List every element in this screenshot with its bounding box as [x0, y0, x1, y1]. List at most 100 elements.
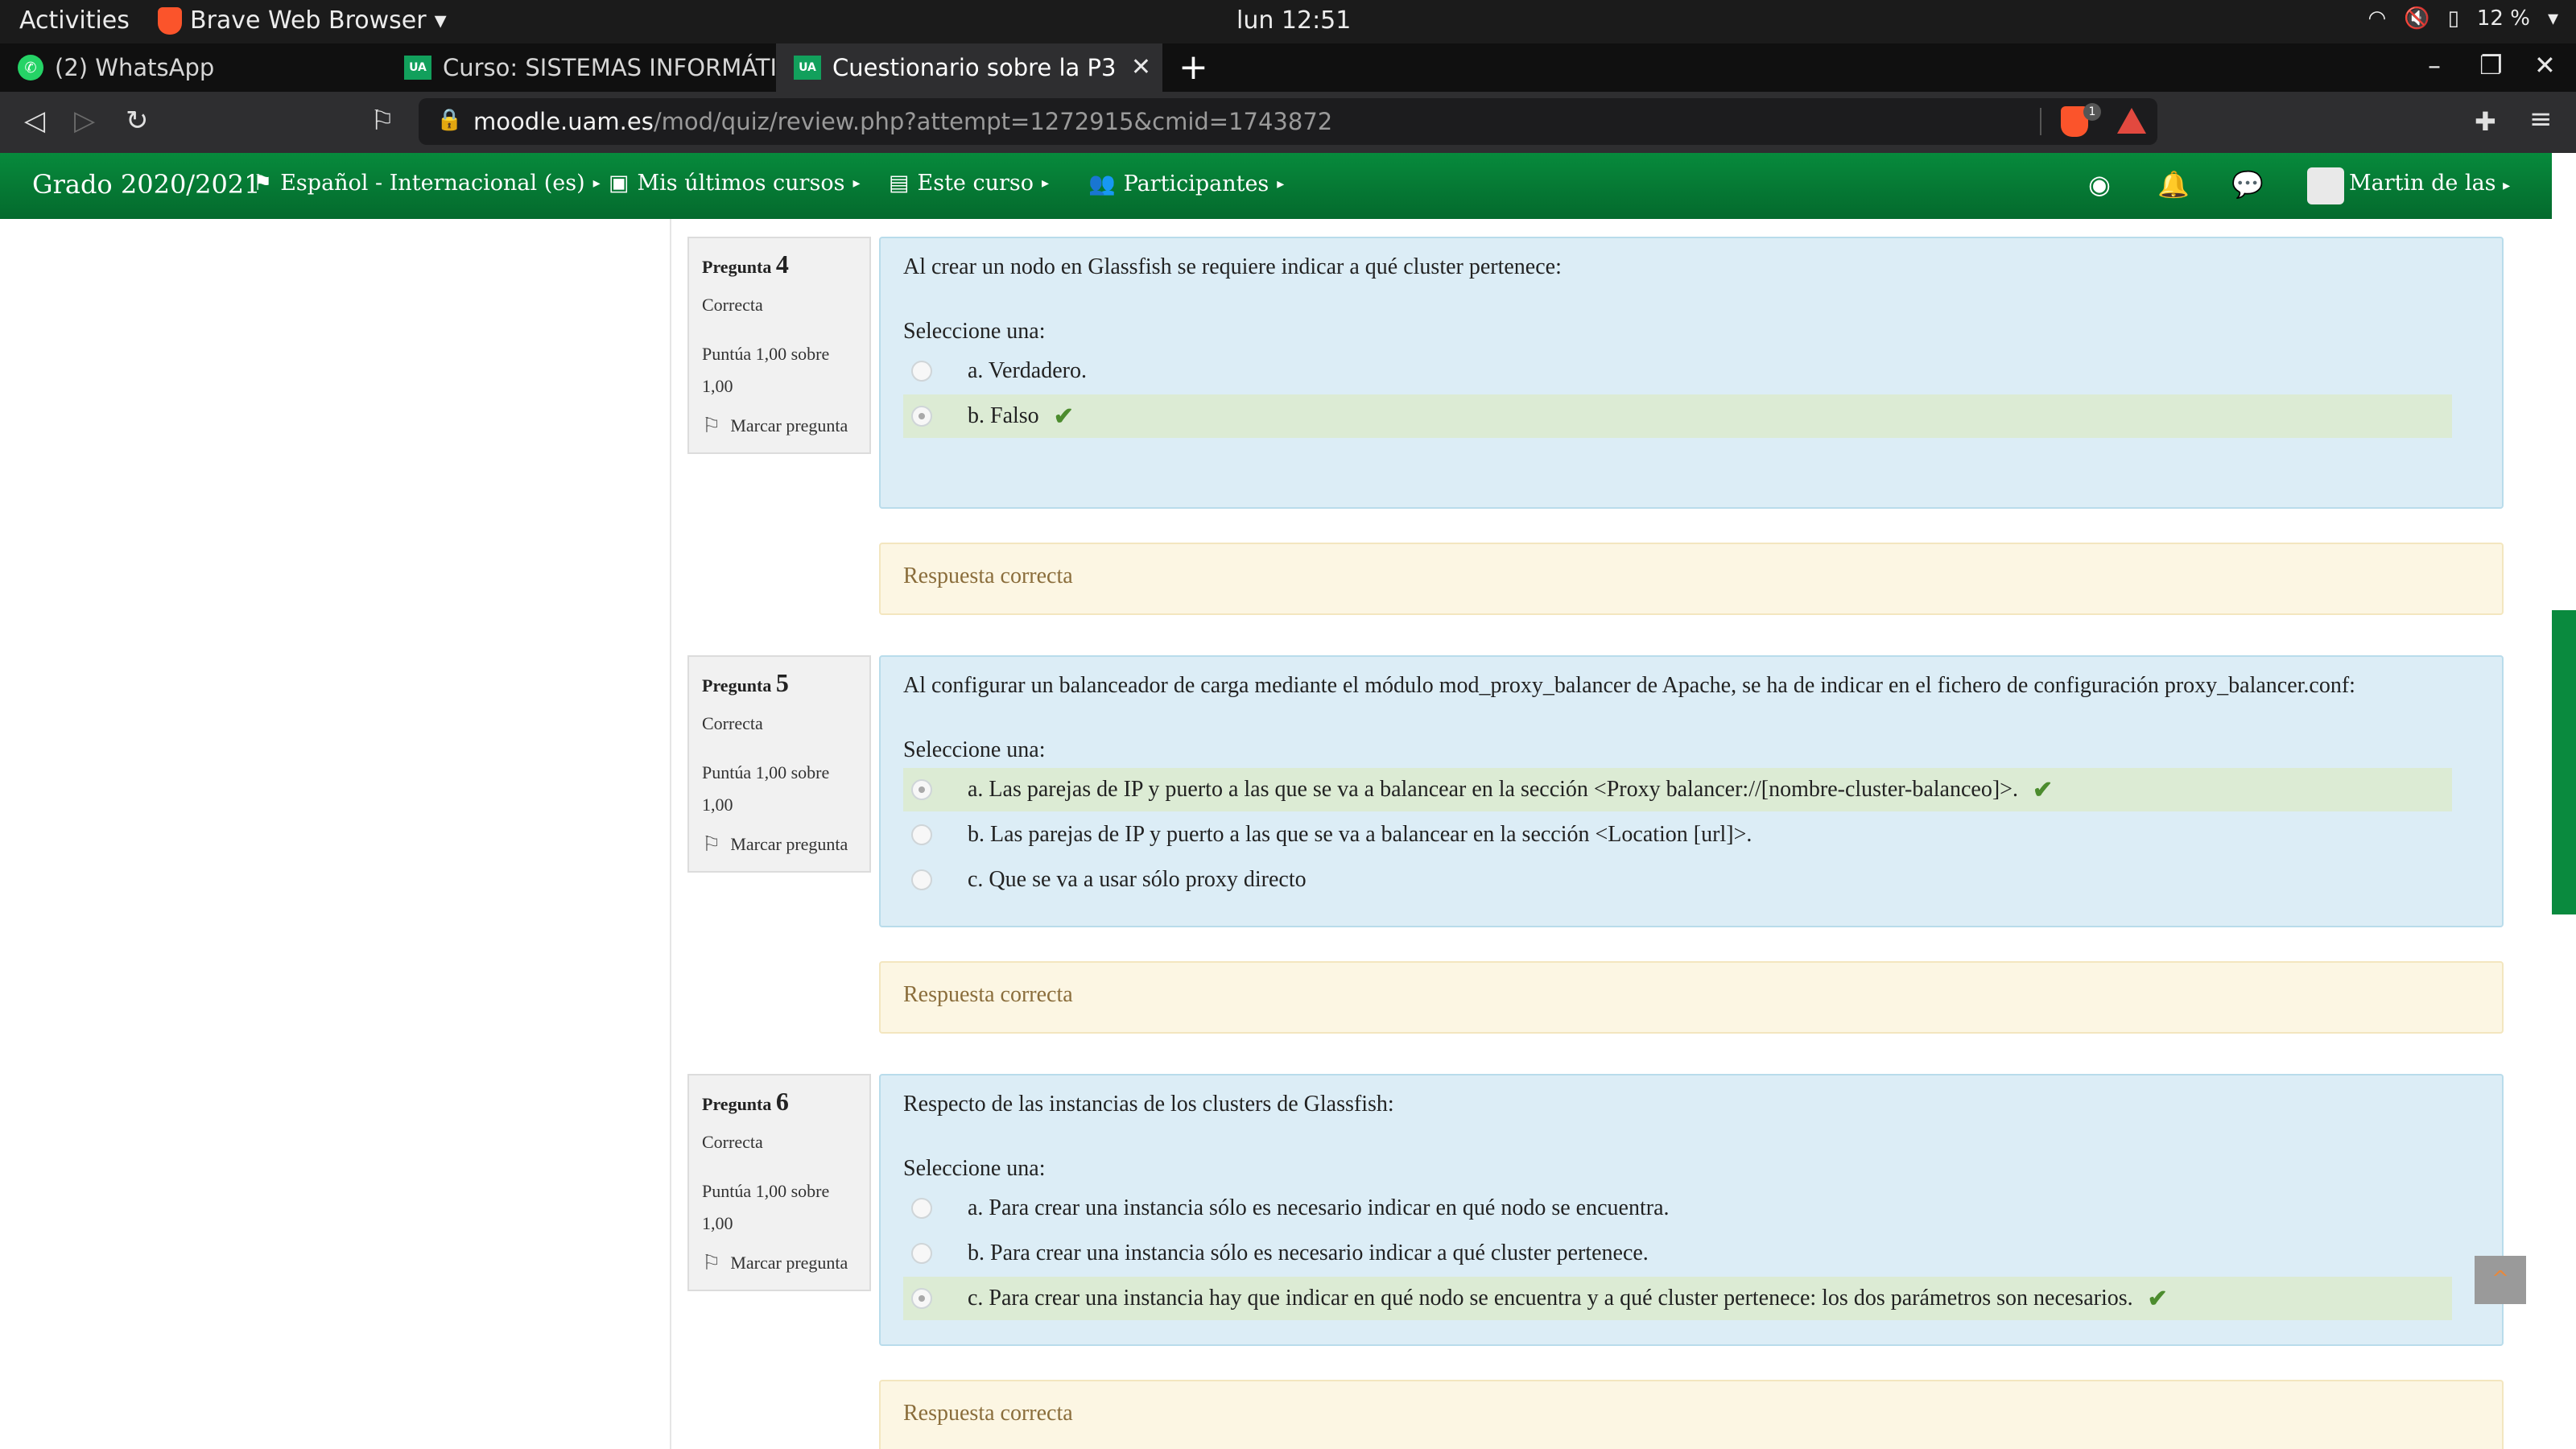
question-num: 4: [775, 250, 789, 279]
back-icon[interactable]: ◁: [24, 105, 45, 137]
answer-text: b. Las parejas de IP y puerto a las que …: [968, 822, 1752, 847]
answer-option[interactable]: a. Verdadero.: [903, 349, 2452, 393]
brave-rewards-icon[interactable]: [2117, 108, 2146, 134]
url-host: moodle.uam.es: [473, 108, 654, 135]
chevron-up-icon: ^: [2491, 1267, 2509, 1291]
system-top-bar: Activities Brave Web Browser ▾ lun 12:51…: [0, 0, 2576, 43]
volume-muted-icon: 🔇: [2404, 6, 2430, 31]
radio-button[interactable]: [911, 1243, 932, 1264]
radio-button[interactable]: [911, 361, 932, 382]
this-course-menu[interactable]: ▤ Este curso ▸: [889, 171, 1049, 196]
question-number: Pregunta 4: [702, 250, 789, 279]
feedback-6: Respuesta correcta: [879, 1380, 2504, 1449]
select-prompt: Seleccione una:: [903, 319, 1046, 344]
participants-label: Participantes: [1123, 171, 1269, 196]
question-state: Correcta: [702, 713, 763, 733]
radio-button-selected[interactable]: [911, 779, 932, 800]
chevron-down-icon: ▾: [434, 6, 447, 35]
checkmark-icon: ✔: [2032, 776, 2054, 803]
radio-button-selected[interactable]: [911, 1288, 932, 1309]
chevron-down-icon: ▾: [2547, 6, 2558, 31]
answer-text: b. Falso: [968, 403, 1039, 428]
question-grade: Puntúa 1,00 sobre 1,00: [702, 344, 830, 396]
caret-right-icon: ▸: [2503, 177, 2511, 194]
tab-curso[interactable]: UA Curso: SISTEMAS INFORMÁTIC: [386, 43, 776, 92]
reload-icon[interactable]: ↻: [126, 105, 149, 137]
address-bar[interactable]: 🔒 moodle.uam.es/mod/quiz/review.php?atte…: [419, 98, 2157, 145]
feedback-5: Respuesta correcta: [879, 961, 2504, 1034]
user-menu[interactable]: Martin de las ▸: [2349, 171, 2510, 196]
question-label: Pregunta: [702, 1094, 772, 1114]
flag-label: Marcar pregunta: [730, 415, 848, 436]
question-num: 5: [775, 668, 789, 697]
clock[interactable]: lun 12:51: [1236, 6, 1351, 35]
answer-option-correct[interactable]: c. Para crear una instancia hay que indi…: [903, 1277, 2452, 1320]
browser-toolbar: ◁ ▷ ↻ ⚐ 🔒 moodle.uam.es/mod/quiz/review.…: [0, 92, 2576, 153]
question-info-5: Pregunta 5 Correcta Puntúa 1,00 sobre 1,…: [687, 655, 871, 873]
question-grade: Puntúa 1,00 sobre 1,00: [702, 762, 830, 815]
tab-cuestionario[interactable]: UA Cuestionario sobre la P3 ✕: [776, 43, 1162, 92]
radio-button[interactable]: [911, 869, 932, 890]
uam-moodle-icon: UA: [794, 56, 821, 80]
answer-option[interactable]: b. Las parejas de IP y puerto a las que …: [903, 813, 2452, 857]
activities-button[interactable]: Activities: [19, 6, 130, 35]
whatsapp-icon: ✆: [18, 55, 43, 80]
question-text: Al crear un nodo en Glassfish se requier…: [903, 254, 1562, 279]
question-label: Pregunta: [702, 675, 772, 696]
bell-icon[interactable]: 🔔: [2157, 169, 2190, 200]
flag-label: Marcar pregunta: [730, 1253, 848, 1273]
app-menu[interactable]: Brave Web Browser ▾: [158, 6, 447, 35]
users-icon: 👥: [1088, 171, 1116, 196]
restore-icon[interactable]: ❐: [2479, 50, 2503, 80]
answer-text: a. Las parejas de IP y puerto a las que …: [968, 777, 2018, 802]
book-icon: ▤: [889, 171, 910, 196]
lock-icon[interactable]: 🔒: [436, 108, 462, 132]
minimize-icon[interactable]: –: [2428, 50, 2441, 80]
url-text[interactable]: moodle.uam.es/mod/quiz/review.php?attemp…: [473, 108, 1332, 135]
extensions-icon[interactable]: ✚: [2475, 106, 2496, 137]
answer-option[interactable]: a. Para crear una instancia sólo es nece…: [903, 1187, 2452, 1230]
chat-icon[interactable]: 💬: [2231, 169, 2264, 200]
flag-question-link[interactable]: ⚐ Marcar pregunta: [702, 1251, 848, 1275]
forward-icon[interactable]: ▷: [74, 105, 95, 137]
brave-logo-icon: [158, 6, 182, 35]
menu-icon[interactable]: ≡: [2529, 103, 2553, 135]
accessibility-icon[interactable]: ◉: [2088, 169, 2111, 200]
flag-question-link[interactable]: ⚐ Marcar pregunta: [702, 832, 848, 857]
moodle-navbar: Grado 2020/2021 ⚑ Español - Internaciona…: [0, 153, 2552, 219]
close-tab-icon[interactable]: ✕: [1131, 53, 1151, 81]
new-tab-button[interactable]: +: [1179, 47, 1208, 88]
flag-question-link[interactable]: ⚐ Marcar pregunta: [702, 414, 848, 438]
flag-label: Marcar pregunta: [730, 834, 848, 854]
recent-courses-menu[interactable]: ▣ Mis últimos cursos ▸: [609, 171, 860, 196]
avatar[interactable]: [2307, 167, 2344, 204]
battery-level: 12 %: [2476, 6, 2530, 31]
radio-button-selected[interactable]: [911, 406, 932, 427]
answer-option-correct[interactable]: b. Falso ✔: [903, 394, 2452, 438]
caret-right-icon: ▸: [592, 175, 601, 192]
caret-right-icon: ▸: [1277, 175, 1285, 192]
bookmark-icon[interactable]: ⚐: [370, 105, 394, 137]
answer-option-correct[interactable]: a. Las parejas de IP y puerto a las que …: [903, 768, 2452, 811]
flag-icon: ⚐: [702, 832, 721, 856]
back-to-top-button[interactable]: ^: [2475, 1256, 2526, 1304]
close-window-icon[interactable]: ✕: [2534, 50, 2556, 80]
feedback-4: Respuesta correcta: [879, 543, 2504, 615]
participants-menu[interactable]: 👥 Participantes ▸: [1088, 171, 1285, 197]
url-path: /mod/quiz/review.php?attempt=1272915&cmi…: [653, 108, 1333, 135]
site-brand[interactable]: Grado 2020/2021: [32, 169, 261, 200]
answer-text: c. Que se va a usar sólo proxy directo: [968, 867, 1307, 892]
question-content-6: Respecto de las instancias de los cluste…: [879, 1074, 2504, 1346]
answer-option[interactable]: c. Que se va a usar sólo proxy directo: [903, 858, 2452, 902]
scrollbar-thumb[interactable]: [2552, 610, 2576, 914]
tab-whatsapp[interactable]: ✆ (2) WhatsApp: [0, 43, 386, 92]
answer-option[interactable]: b. Para crear una instancia sólo es nece…: [903, 1232, 2452, 1275]
language-menu[interactable]: ⚑ Español - Internacional (es) ▸: [253, 171, 601, 196]
flag-icon: ⚑: [253, 171, 273, 196]
system-tray[interactable]: ◠ 🔇 ▯ 12 % ▾: [2368, 6, 2559, 31]
radio-button[interactable]: [911, 824, 932, 845]
tab-label: Curso: SISTEMAS INFORMÁTIC: [443, 54, 776, 81]
caret-right-icon: ▸: [852, 175, 861, 192]
radio-button[interactable]: [911, 1198, 932, 1219]
checkmark-icon: ✔: [2147, 1285, 2168, 1312]
